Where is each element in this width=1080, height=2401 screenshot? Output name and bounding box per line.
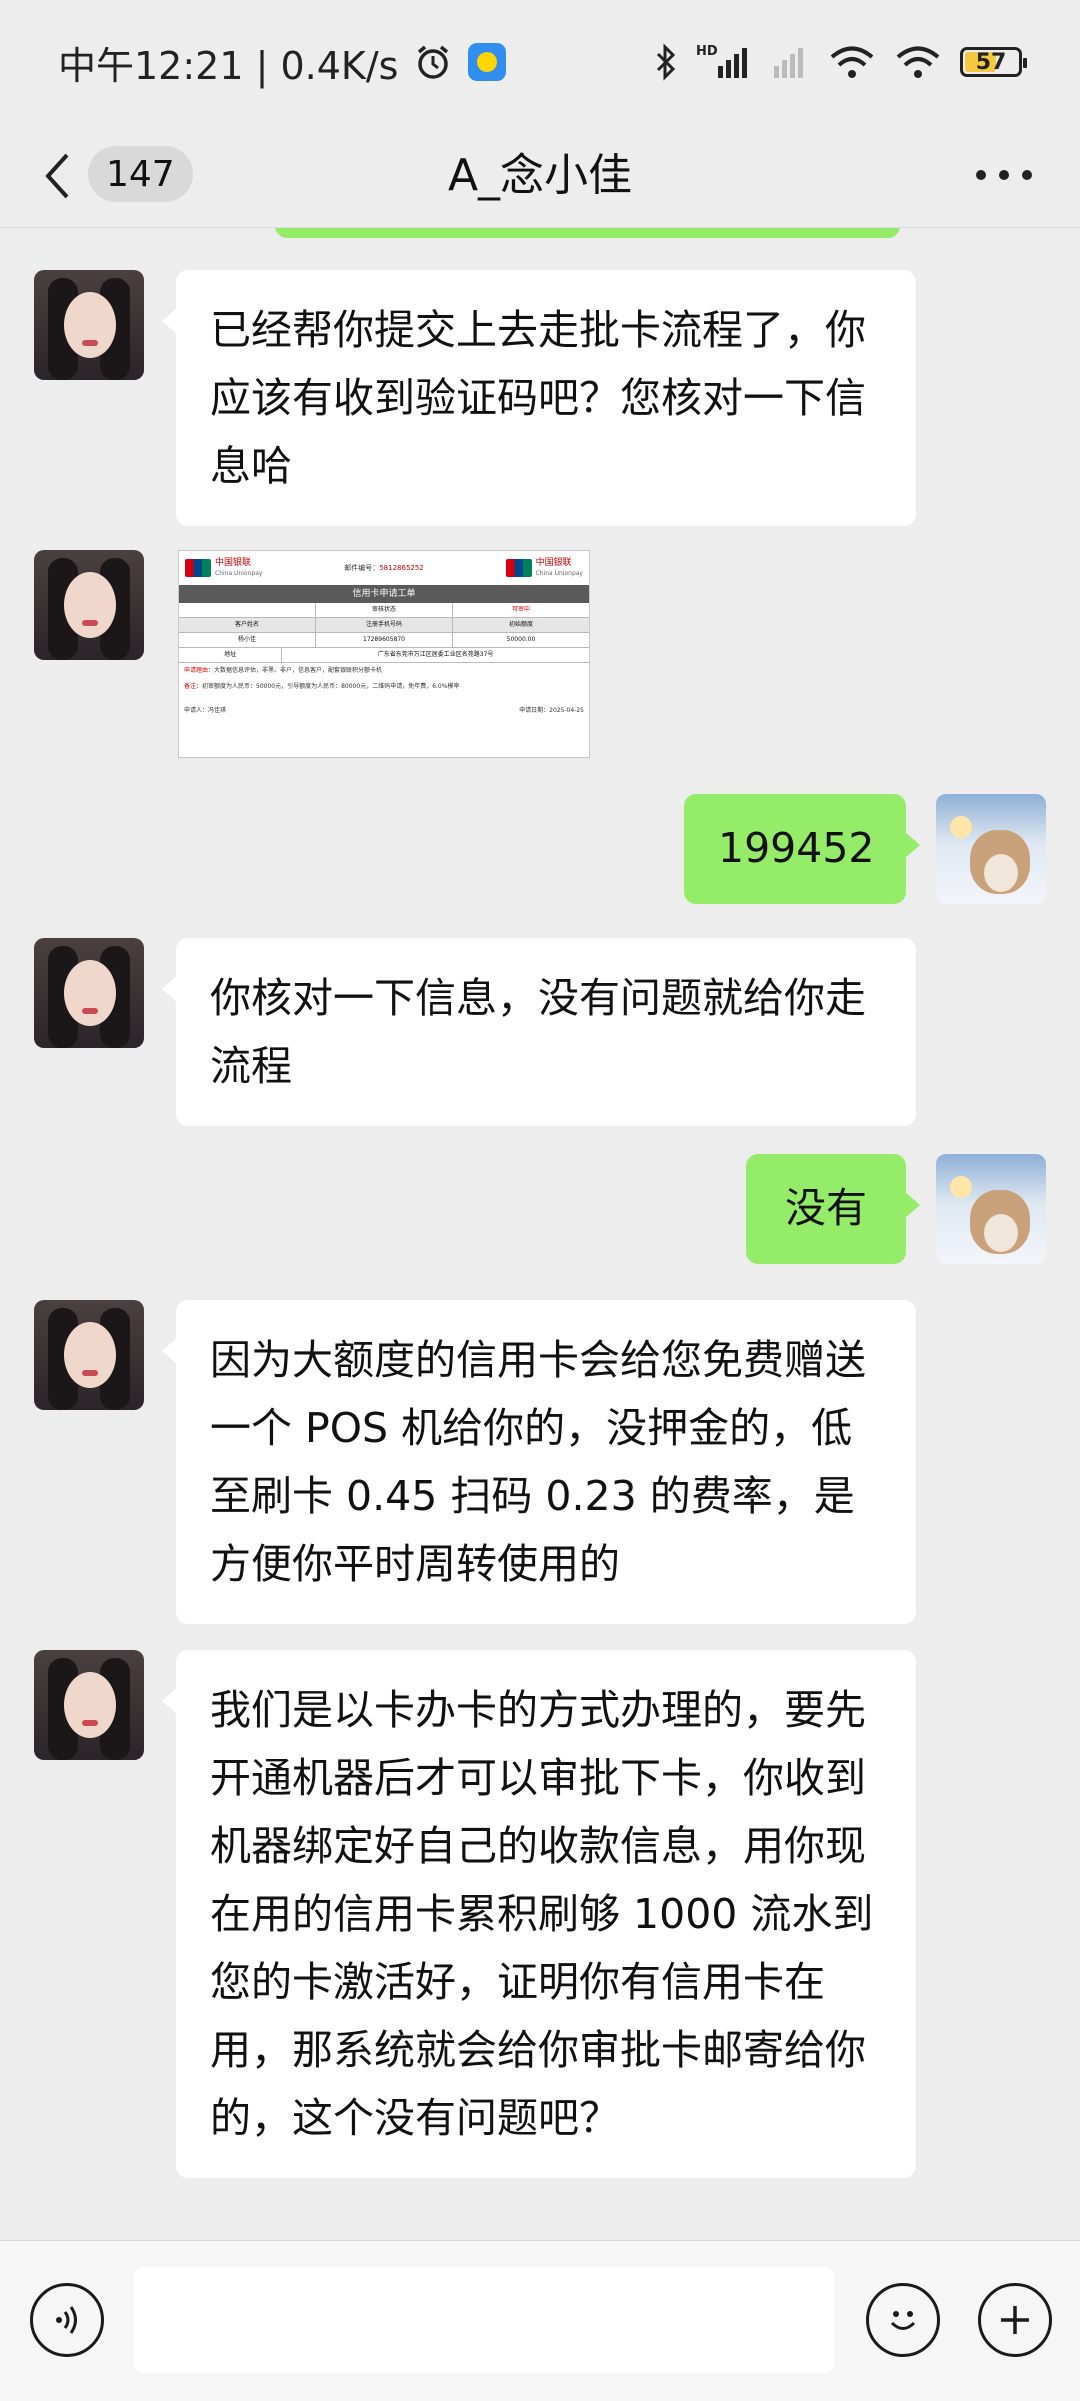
app-notification-icon [468, 43, 507, 81]
form-order-number: 邮件编号：5812865252 [344, 564, 424, 572]
outgoing-message[interactable]: 199452 [684, 794, 920, 904]
contact-avatar[interactable] [34, 1650, 144, 1760]
message-input[interactable] [134, 2267, 834, 2373]
contact-avatar[interactable] [34, 1300, 144, 1410]
battery-level: 57 [975, 49, 1007, 75]
signal-icon: HD [696, 44, 747, 78]
form-note-reason: 申请理由：大数据信息评估，非黑、非户，信息客户，配套银联积分额卡机 [184, 667, 383, 674]
incoming-message[interactable]: 你核对一下信息，没有问题就给你走流程 [162, 938, 916, 1126]
more-button[interactable] [976, 160, 1032, 190]
form-footer: 申请人：冯佳琪 申请日期：2025-04-25 [184, 707, 584, 714]
user-avatar[interactable] [936, 794, 1046, 904]
contact-avatar[interactable] [34, 270, 144, 380]
more-icon-dot [999, 170, 1009, 180]
unionpay-logo: 中国银联 China Unionpay [185, 558, 262, 579]
more-icon-dot [976, 170, 986, 180]
form-header: 中国银联 China Unionpay 邮件编号：5812865252 中国银联 C… [179, 551, 589, 585]
status-right: HD 57 [654, 42, 1027, 82]
outgoing-message[interactable]: 没有 [746, 1154, 920, 1264]
unread-count-badge[interactable]: 147 [88, 146, 193, 202]
form-header-row: 客户姓名 注册手机号码 初始额度 [179, 618, 589, 633]
image-message[interactable]: 中国银联 China Unionpay 邮件编号：5812865252 中国银联 C… [178, 550, 590, 758]
svg-text:HD: HD [696, 44, 718, 59]
wifi-icon [830, 46, 874, 78]
signal-empty-icon [774, 48, 803, 78]
voice-button[interactable] [30, 2283, 104, 2357]
status-time: 中午12:21 | 0.4K/s [58, 43, 399, 88]
message-list[interactable]: 已经帮你提交上去走批卡流程了，你应该有收到验证码吧？您核对一下信息哈 中国银联 C… [0, 228, 1080, 2238]
form-note-remark: 备注：初审额度为人民币：50000元，引导额度为人民币：80000元，二维码申请… [184, 683, 460, 690]
input-bar [0, 2240, 1080, 2401]
chevron-left-icon [45, 153, 69, 199]
wifi-icon-2 [896, 46, 940, 78]
battery-icon: 57 [960, 47, 1027, 77]
emoji-icon [890, 2311, 916, 2330]
incoming-message[interactable]: 我们是以卡办卡的方式办理的，要先开通机器后才可以审批下卡，你收到机器绑定好自己的… [162, 1650, 916, 2178]
back-button[interactable] [42, 146, 82, 206]
form-data-row: 杨小佳 17289605870 50000.00 [179, 633, 589, 648]
alarm-icon [418, 45, 449, 79]
chat-header: 147 A_念小佳 [0, 124, 1080, 228]
partial-outgoing-bubble [275, 228, 900, 238]
incoming-message[interactable]: 已经帮你提交上去走批卡流程了，你应该有收到验证码吧？您核对一下信息哈 [162, 270, 916, 526]
contact-avatar[interactable] [34, 938, 144, 1048]
form-title: 信用卡申请工单 [179, 585, 589, 603]
status-left: 中午12:21 | 0.4K/s [58, 35, 507, 90]
user-avatar[interactable] [936, 1154, 1046, 1264]
more-icon-dot [1022, 170, 1032, 180]
emoji-button[interactable] [866, 2283, 940, 2357]
form-status-row: 审核状态 可审中 [179, 603, 589, 618]
bluetooth-icon [656, 43, 676, 81]
status-bar: 中午12:21 | 0.4K/s HD 57 [0, 0, 1080, 124]
contact-avatar[interactable] [34, 550, 144, 660]
plus-icon [1001, 2306, 1029, 2334]
unionpay-logo-right: 中国银联 China Unionpay [505, 558, 583, 579]
voice-icon [56, 2306, 77, 2334]
form-address-row: 地址 广东省东莞市万江区居委工业区名苑路37号 [179, 648, 589, 663]
incoming-message[interactable]: 因为大额度的信用卡会给您免费赠送一个 POS 机给你的，没押金的，低至刷卡 0.… [162, 1300, 916, 1624]
plus-button[interactable] [978, 2283, 1052, 2357]
